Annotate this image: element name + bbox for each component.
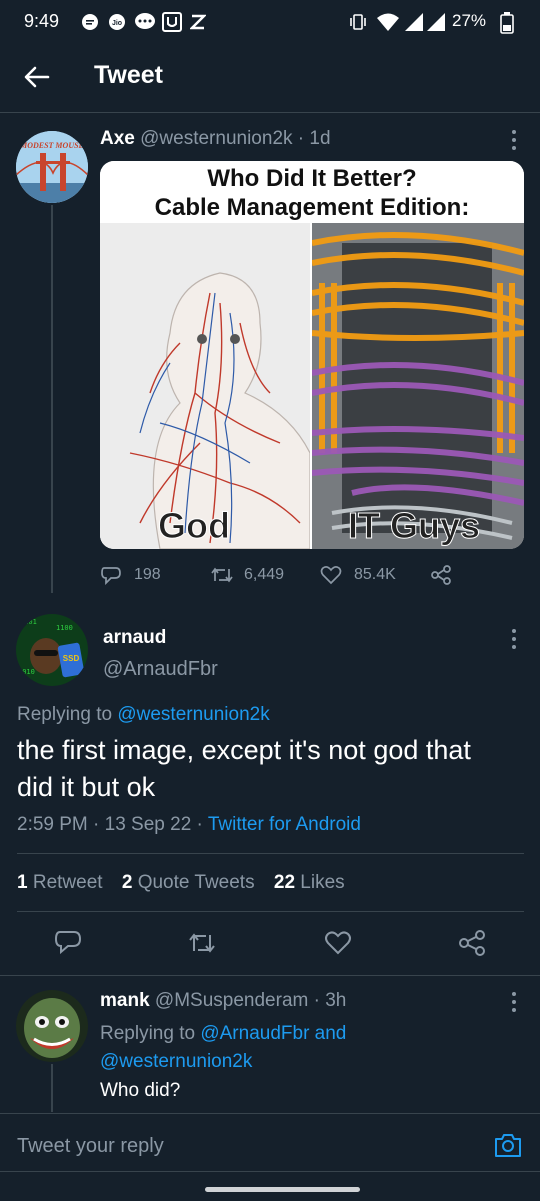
- author-name[interactable]: arnaud: [103, 627, 166, 649]
- reply-icon[interactable]: [100, 565, 122, 585]
- likes-stat[interactable]: 22 Likes: [274, 872, 345, 893]
- like-icon[interactable]: [320, 565, 342, 585]
- status-time: 9:49: [24, 11, 60, 31]
- replying-to-label: Replying to: [100, 1023, 196, 1044]
- status-bar: 9:49 Jio 27%: [0, 0, 540, 44]
- share-icon[interactable]: [458, 930, 486, 956]
- svg-text:1100: 1100: [56, 624, 73, 632]
- tweet-metadata: 2:59 PM · 13 Sep 22 · Twitter for Androi…: [17, 814, 361, 836]
- back-arrow-icon[interactable]: [22, 62, 52, 92]
- divider: [0, 1171, 540, 1172]
- like-icon[interactable]: [324, 930, 352, 956]
- image-left-panel: God: [100, 223, 310, 549]
- signal-icon: [426, 12, 446, 32]
- more-options-icon[interactable]: [510, 129, 518, 151]
- image-right-panel: IT Guys: [312, 223, 524, 549]
- chat-bubble-icon: [80, 12, 100, 32]
- tweet-text: Who did?: [100, 1080, 181, 1101]
- left-caption: God: [158, 505, 231, 547]
- thread-line: [51, 1064, 53, 1112]
- retweet-icon[interactable]: [187, 930, 217, 956]
- battery-percent: 27%: [452, 11, 487, 30]
- tweet-stats: 1 Retweet 2 Quote Tweets 22 Likes: [17, 872, 345, 894]
- replying-to-handle[interactable]: @westernunion2k: [117, 704, 269, 725]
- tweet-header: mank @MSuspenderam · 3h: [100, 990, 346, 1012]
- avatar-logo-text: MODEST MOUSE: [19, 141, 84, 150]
- like-count: 85.4K: [354, 566, 396, 583]
- replying-to: Replying to @westernunion2k: [17, 704, 270, 726]
- svg-text:Jio: Jio: [112, 20, 122, 27]
- right-caption: IT Guys: [347, 505, 481, 547]
- more-options-icon[interactable]: [510, 628, 518, 650]
- battery-icon: [500, 12, 514, 34]
- reply-tweet[interactable]: mank @MSuspenderam · 3h Replying to @Arn…: [0, 976, 540, 1112]
- message-icon: [134, 12, 155, 32]
- image-title-line1: Who Did It Better?: [207, 165, 417, 192]
- reply-composer: Tweet your reply: [0, 1113, 540, 1201]
- z-app-icon: [190, 12, 210, 32]
- author-handle[interactable]: @westernunion2k: [140, 128, 292, 149]
- retweet-count: 6,449: [244, 566, 285, 583]
- replying-to-handle[interactable]: @westernunion2k: [100, 1048, 346, 1076]
- author-name[interactable]: mank: [100, 990, 150, 1011]
- author-handle[interactable]: @ArnaudFbr: [103, 658, 218, 681]
- reply-icon[interactable]: [54, 929, 82, 955]
- page-title: Tweet: [94, 61, 163, 89]
- author-handle[interactable]: @MSuspenderam: [155, 990, 308, 1011]
- quote-tweets-stat[interactable]: 2 Quote Tweets: [122, 872, 255, 893]
- tweet-time: · 1d: [297, 128, 331, 149]
- divider: [17, 911, 524, 912]
- divider: [17, 853, 524, 854]
- replying-to-label: Replying to: [17, 704, 113, 725]
- tweet-actions: 198 6,449 85.4K: [100, 563, 524, 587]
- image-title: Who Did It Better? Cable Management Edit…: [100, 161, 524, 226]
- retweets-stat[interactable]: 1 Retweet: [17, 872, 103, 893]
- tweet-source[interactable]: Twitter for Android: [208, 814, 361, 835]
- tweet-text: the first image, except it's not god tha…: [17, 735, 471, 802]
- svg-text:SSD: SSD: [63, 654, 80, 663]
- camera-icon[interactable]: [493, 1131, 523, 1159]
- replying-to-handle[interactable]: @ArnaudFbr and: [200, 1023, 346, 1044]
- reply-input[interactable]: Tweet your reply: [17, 1135, 164, 1158]
- author-name[interactable]: Axe: [100, 128, 135, 149]
- replying-to: Replying to @ArnaudFbr and @westernunion…: [100, 1020, 346, 1076]
- vibrate-icon: [348, 12, 368, 32]
- top-app-bar: Tweet: [0, 44, 540, 113]
- avatar[interactable]: [16, 990, 88, 1062]
- jio-icon: Jio: [107, 12, 127, 32]
- wifi-icon: [376, 12, 400, 32]
- signal-icon: [404, 12, 424, 32]
- reply-count: 198: [134, 566, 161, 583]
- share-icon[interactable]: [430, 565, 452, 585]
- svg-text:1010: 1010: [18, 668, 35, 676]
- u-app-icon: [162, 12, 182, 32]
- avatar[interactable]: MODEST MOUSE: [16, 131, 88, 203]
- avatar[interactable]: 0101 1100 1010 SSD: [16, 614, 88, 686]
- image-title-line2: Cable Management Edition:: [154, 194, 470, 221]
- tweet-time: · 3h: [313, 990, 347, 1011]
- tweet-timestamp: 2:59 PM · 13 Sep 22 ·: [17, 814, 208, 835]
- thread-line: [51, 205, 53, 593]
- gesture-bar[interactable]: [205, 1187, 360, 1192]
- retweet-icon[interactable]: [210, 565, 234, 585]
- tweet-header: Axe @westernunion2k · 1d: [100, 128, 331, 150]
- tweet-image[interactable]: Who Did It Better? Cable Management Edit…: [100, 161, 524, 549]
- svg-text:0101: 0101: [20, 618, 37, 626]
- parent-tweet[interactable]: MODEST MOUSE Axe @westernunion2k · 1d Wh…: [0, 113, 540, 593]
- focused-tweet: 0101 1100 1010 SSD arnaud @ArnaudFbr Reply…: [0, 600, 540, 975]
- more-options-icon[interactable]: [510, 991, 518, 1013]
